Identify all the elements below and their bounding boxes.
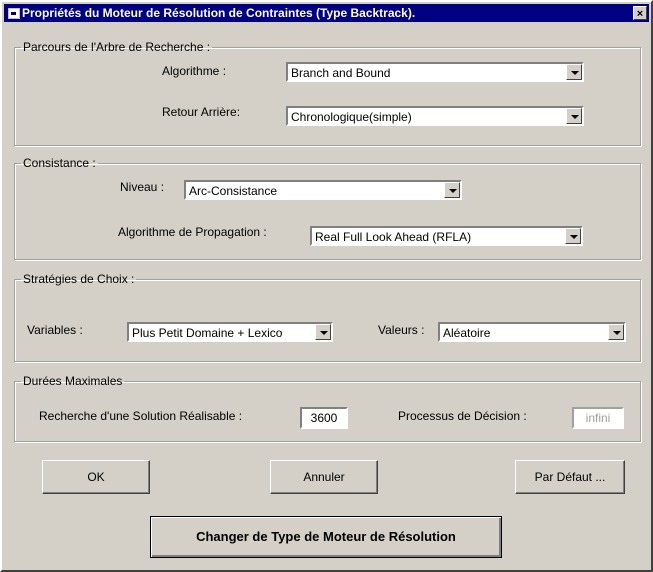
search-tree-legend: Parcours de l'Arbre de Recherche :: [23, 40, 211, 54]
search-tree-group: Parcours de l'Arbre de Recherche :: [14, 40, 641, 146]
choice-strategies-group: Stratégies de Choix :: [14, 272, 641, 362]
propagation-label: Algorithme de Propagation :: [118, 225, 267, 239]
properties-dialog: Propriétés du Moteur de Résolution de Co…: [0, 0, 653, 572]
chevron-down-icon[interactable]: [315, 324, 331, 340]
decision-process-label: Processus de Décision :: [398, 409, 527, 423]
restore-defaults-button[interactable]: Par Défaut ...: [515, 460, 625, 494]
chevron-down-icon[interactable]: [565, 228, 581, 244]
feasible-solution-label: Recherche d'une Solution Réalisable :: [39, 409, 243, 423]
window-title: Propriétés du Moteur de Résolution de Co…: [22, 6, 416, 20]
chevron-down-icon[interactable]: [566, 64, 582, 80]
values-select[interactable]: Aléatoire: [438, 322, 626, 342]
backtrack-select[interactable]: Chronologique(simple): [286, 106, 584, 126]
ok-button[interactable]: OK: [42, 460, 150, 494]
choice-strategies-legend: Stratégies de Choix :: [23, 272, 135, 286]
algorithm-label: Algorithme :: [162, 64, 227, 78]
feasible-solution-input[interactable]: 3600: [300, 407, 348, 429]
consistency-legend: Consistance :: [23, 156, 96, 170]
max-durations-legend: Durées Maximales: [23, 374, 123, 388]
algorithm-value: Branch and Bound: [291, 66, 391, 80]
close-icon[interactable]: ×: [633, 6, 647, 20]
backtrack-value: Chronologique(simple): [291, 110, 412, 124]
level-value: Arc-Consistance: [189, 184, 278, 198]
variables-label: Variables :: [27, 323, 83, 337]
level-label: Niveau :: [120, 180, 165, 194]
propagation-select[interactable]: Real Full Look Ahead (RFLA): [310, 226, 583, 246]
backtrack-label: Retour Arrière:: [162, 105, 241, 119]
app-icon: [8, 8, 20, 19]
chevron-down-icon[interactable]: [444, 182, 460, 198]
chevron-down-icon[interactable]: [566, 108, 582, 124]
values-label: Valeurs :: [378, 323, 425, 337]
values-value: Aléatoire: [443, 326, 491, 340]
chevron-down-icon[interactable]: [608, 324, 624, 340]
title-bar[interactable]: Propriétés du Moteur de Résolution de Co…: [4, 4, 649, 22]
decision-process-input: infini: [572, 407, 624, 429]
variables-value: Plus Petit Domaine + Lexico: [132, 326, 283, 340]
cancel-button[interactable]: Annuler: [270, 460, 378, 494]
variables-select[interactable]: Plus Petit Domaine + Lexico: [127, 322, 333, 342]
algorithm-select[interactable]: Branch and Bound: [286, 62, 584, 82]
level-select[interactable]: Arc-Consistance: [184, 180, 462, 200]
propagation-value: Real Full Look Ahead (RFLA): [315, 230, 472, 244]
change-engine-type-button[interactable]: Changer de Type de Moteur de Résolution: [150, 516, 502, 558]
